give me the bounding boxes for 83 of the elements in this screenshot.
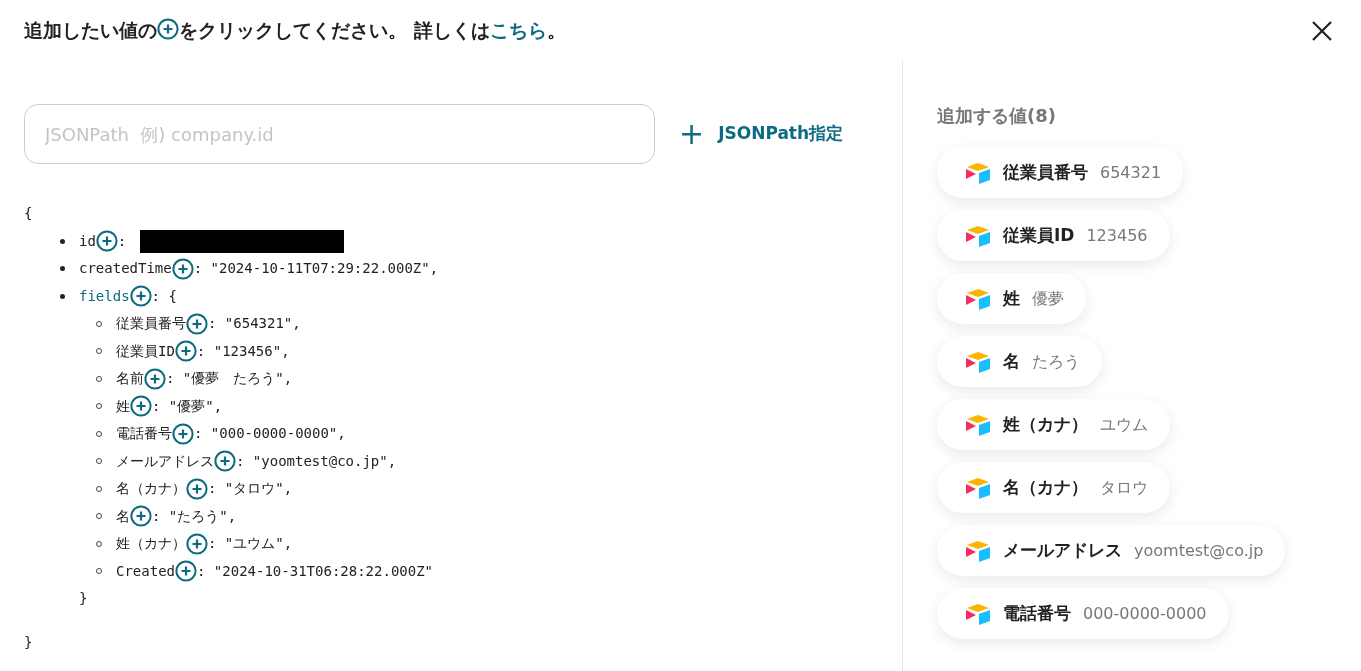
value-text: : "yoomtest@co.jp", xyxy=(236,451,397,471)
box-logo-icon xyxy=(965,287,991,310)
add-icon[interactable] xyxy=(130,395,152,418)
add-icon[interactable] xyxy=(186,312,208,335)
key-text: 名 xyxy=(116,506,130,526)
box-logo-icon xyxy=(965,539,991,562)
add-icon[interactable] xyxy=(129,285,152,308)
key-text: 名前 xyxy=(116,369,144,388)
value-text: : "123456", xyxy=(196,341,290,361)
chip-value: 654321 xyxy=(1100,161,1162,184)
box-logo-icon xyxy=(965,413,991,436)
value-chip[interactable]: 名 たろう xyxy=(937,336,1102,387)
key-text: id xyxy=(79,231,96,251)
value-chip[interactable]: 名（カナ） タロウ xyxy=(937,462,1170,513)
chip-label: 従業員ID xyxy=(1003,223,1075,247)
chip-value: たろう xyxy=(1032,350,1080,373)
add-icon[interactable] xyxy=(157,18,179,40)
chip-value: 000-0000-0000 xyxy=(1083,602,1207,625)
value-text: : "優夢", xyxy=(152,396,223,416)
box-logo-icon xyxy=(965,350,991,373)
value-text: : "000-0000-0000", xyxy=(194,424,346,443)
value-chip[interactable]: 姓 優夢 xyxy=(937,273,1086,324)
value-chip[interactable]: 姓（カナ） ユウム xyxy=(937,399,1170,450)
chip-value: ユウム xyxy=(1100,413,1148,436)
value-text: : "たろう", xyxy=(152,506,237,526)
value-chip[interactable]: メールアドレス yoomtest@co.jp xyxy=(937,525,1286,576)
bullet-icon xyxy=(60,293,65,299)
add-icon[interactable] xyxy=(130,505,152,528)
value-text: : { xyxy=(151,286,177,306)
jsonpath-button[interactable]: + JSONPath指定 xyxy=(679,119,844,149)
value-chip[interactable]: 電話番号 000-0000-0000 xyxy=(937,588,1229,639)
brace-text: { xyxy=(24,205,33,221)
value-text: : "654321", xyxy=(208,314,301,333)
value-text: : "タロウ", xyxy=(208,479,293,498)
key-text: createdTime xyxy=(79,259,172,278)
close-button[interactable] xyxy=(1311,20,1333,42)
chip-label: 名 xyxy=(1003,349,1020,373)
box-logo-icon xyxy=(965,602,991,625)
key-text: fields xyxy=(79,286,130,306)
key-text: 電話番号 xyxy=(116,424,172,443)
add-icon[interactable] xyxy=(174,340,197,363)
box-logo-icon xyxy=(965,161,991,184)
chip-label: 従業員番号 xyxy=(1003,160,1088,184)
add-icon[interactable] xyxy=(214,450,236,473)
chip-label: 姓（カナ） xyxy=(1003,412,1088,436)
chip-value: 123456 xyxy=(1086,224,1148,247)
add-icon[interactable] xyxy=(175,560,197,583)
box-logo-icon xyxy=(965,224,991,247)
brace-text: } xyxy=(24,633,33,650)
value-chip[interactable]: 従業員番号 654321 xyxy=(937,147,1184,198)
chip-label: メールアドレス xyxy=(1003,538,1122,562)
chip-label: 電話番号 xyxy=(1003,601,1071,625)
value-text: : xyxy=(117,231,127,251)
value-text: : "2024-10-31T06:28:22.000Z" xyxy=(197,561,434,581)
add-icon[interactable] xyxy=(95,230,118,253)
key-text: メールアドレス xyxy=(116,451,214,471)
add-icon[interactable] xyxy=(144,367,166,390)
brace-text: } xyxy=(79,589,88,608)
key-text: 姓 xyxy=(116,396,130,416)
instruction-text: 追加したい値の をクリックしてください。 詳しくはこちら。 xyxy=(24,17,566,43)
add-icon[interactable] xyxy=(186,477,208,500)
value-text: : "2024-10-11T07:29:22.000Z", xyxy=(193,259,439,278)
chip-value: タロウ xyxy=(1100,476,1148,499)
add-icon[interactable] xyxy=(172,422,194,445)
chip-label: 姓 xyxy=(1003,286,1020,310)
details-link[interactable]: こちら xyxy=(489,19,547,41)
chip-label: 名（カナ） xyxy=(1003,475,1088,499)
chip-value: 優夢 xyxy=(1032,287,1064,310)
value-chip[interactable]: 従業員ID 123456 xyxy=(937,210,1170,261)
add-icon[interactable] xyxy=(171,257,194,280)
bullet-icon xyxy=(60,238,65,244)
add-icon[interactable] xyxy=(186,532,208,555)
key-text: 姓（カナ） xyxy=(116,534,186,553)
key-text: 名（カナ） xyxy=(116,479,186,498)
box-logo-icon xyxy=(965,476,991,499)
chip-value: yoomtest@co.jp xyxy=(1134,539,1264,562)
key-text: 従業員ID xyxy=(116,341,175,361)
key-text: Created xyxy=(116,561,175,581)
value-text: : "優夢 たろう", xyxy=(166,369,293,388)
bullet-icon xyxy=(60,266,65,272)
added-values-title: 追加する値(8) xyxy=(937,104,1057,128)
key-text: 従業員番号 xyxy=(116,314,186,333)
value-text: : "ユウム", xyxy=(208,534,293,553)
